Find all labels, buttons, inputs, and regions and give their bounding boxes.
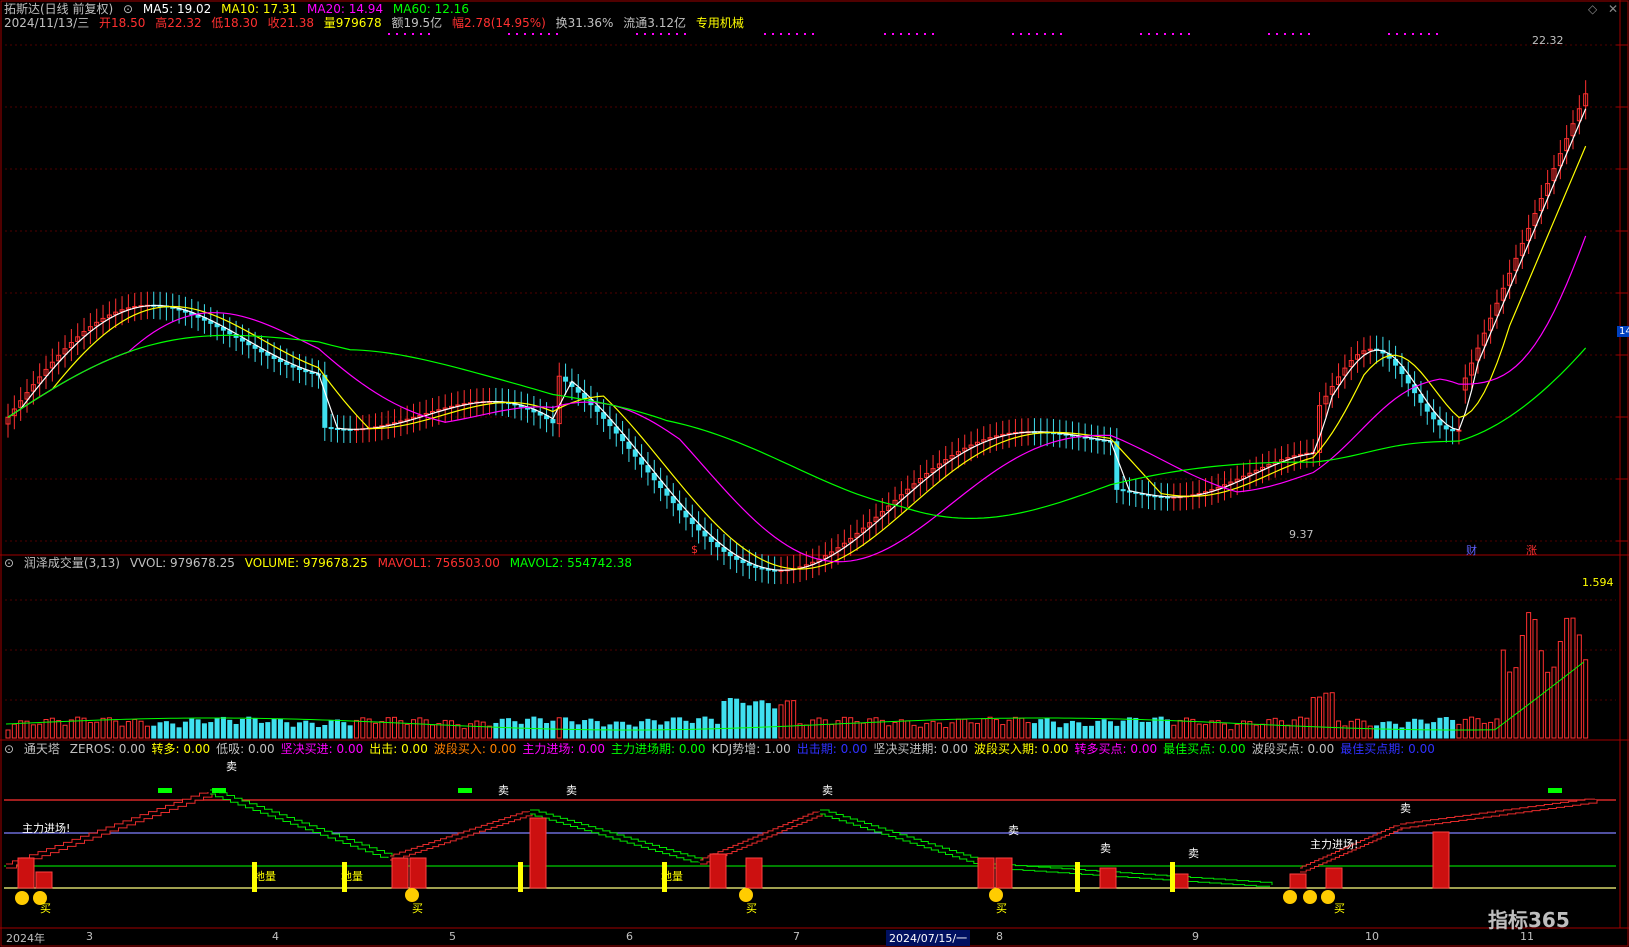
volume-title[interactable]: 润泽成交量(3,13) (24, 556, 120, 570)
axis-tick: 4 (272, 930, 279, 943)
vvol-label: VVOL: 979678.25 (129, 556, 235, 570)
indicator-item: 波段买入期: 0.00 (973, 742, 1069, 756)
axis-tick: 6 (626, 930, 633, 943)
signal-dig: 地量 (341, 870, 363, 883)
signal-sell: 卖 (1400, 802, 1411, 815)
volume-label: VOLUME: 979678.25 (244, 556, 368, 570)
marker-dollar: $ (691, 543, 698, 556)
indicator-header: ⊙ 通天塔 ZEROS: 0.00 转多: 0.00 低吸: 0.00 坚决买进: 0… (4, 741, 1441, 757)
axis-tick: 10 (1365, 930, 1379, 943)
axis-tick: 9 (1192, 930, 1199, 943)
volume-header: ⊙ 润泽成交量(3,13) VVOL: 979678.25 VOLUME: 97… (4, 555, 638, 571)
indicator-item: 转多: 0.00 (151, 742, 211, 756)
signal-dig: 地量 (254, 870, 276, 883)
signal-buy: 买 (746, 902, 757, 915)
axis-tick: 8 (996, 930, 1003, 943)
indicator-item: 坚决买进期: 0.00 (873, 742, 968, 756)
indicator-item: 最佳买点期: 0.00 (1340, 742, 1435, 756)
signal-sell: 卖 (1008, 824, 1019, 837)
axis-tick: 3 (86, 930, 93, 943)
signal-dig: 地量 (661, 870, 683, 883)
indicator-item: 主力进场: 0.00 (522, 742, 605, 756)
indicator-item: ZEROS: 0.00 (69, 742, 146, 756)
signal-sell: 卖 (1188, 847, 1199, 860)
indicator-dropdown-icon[interactable]: ⊙ (4, 742, 14, 756)
price-low-label: 9.37 (1289, 528, 1314, 541)
indicator-item: KDJ势增: 1.00 (711, 742, 791, 756)
marker-rise: 涨 (1526, 544, 1537, 557)
indicator-item: 最佳买点: 0.00 (1163, 742, 1246, 756)
indicator-title[interactable]: 通天塔 (24, 742, 60, 756)
indicator-item: 波段买入: 0.00 (433, 742, 517, 756)
price-tag: 14 (1617, 326, 1629, 337)
marker-finance: 财 (1466, 544, 1477, 557)
signal-buy: 买 (996, 902, 1007, 915)
axis-cursor-date: 2024/07/15/一 (886, 930, 971, 946)
indicator-item: 出击期: 0.00 (796, 742, 868, 756)
indicator-item: 低吸: 0.00 (216, 742, 275, 756)
signal-sell: 卖 (1100, 842, 1111, 855)
indicator-item: 出击: 0.00 (369, 742, 428, 756)
mavol1-label: MAVOL1: 756503.00 (377, 556, 500, 570)
signal-main-force: 主力进场! (22, 822, 71, 835)
signal-sell: 卖 (566, 784, 577, 797)
indicator-item: 坚决买进: 0.00 (280, 742, 364, 756)
signal-buy: 买 (1334, 902, 1345, 915)
indicator-item: 波段买点: 0.00 (1251, 742, 1335, 756)
kline-chart[interactable] (0, 0, 1629, 947)
price-high-label: 22.32 (1532, 34, 1564, 47)
volume-max-label: 1.594 (1582, 576, 1614, 589)
signal-buy: 买 (412, 902, 423, 915)
indicator-item: 转多买点: 0.00 (1074, 742, 1158, 756)
indicator-item: 主力进场期: 0.00 (610, 742, 706, 756)
volume-dropdown-icon[interactable]: ⊙ (4, 556, 14, 570)
signal-sell: 卖 (226, 760, 237, 773)
mavol2-label: MAVOL2: 554742.38 (509, 556, 633, 570)
watermark-logo: 指标365 (1488, 908, 1570, 932)
signal-sell: 卖 (822, 784, 833, 797)
signal-main-force: 主力进场! (1310, 838, 1359, 851)
axis-tick: 5 (449, 930, 456, 943)
axis-tick: 2024年 (6, 932, 45, 945)
signal-buy: 买 (40, 902, 51, 915)
axis-tick: 7 (793, 930, 800, 943)
signal-sell: 卖 (498, 784, 509, 797)
